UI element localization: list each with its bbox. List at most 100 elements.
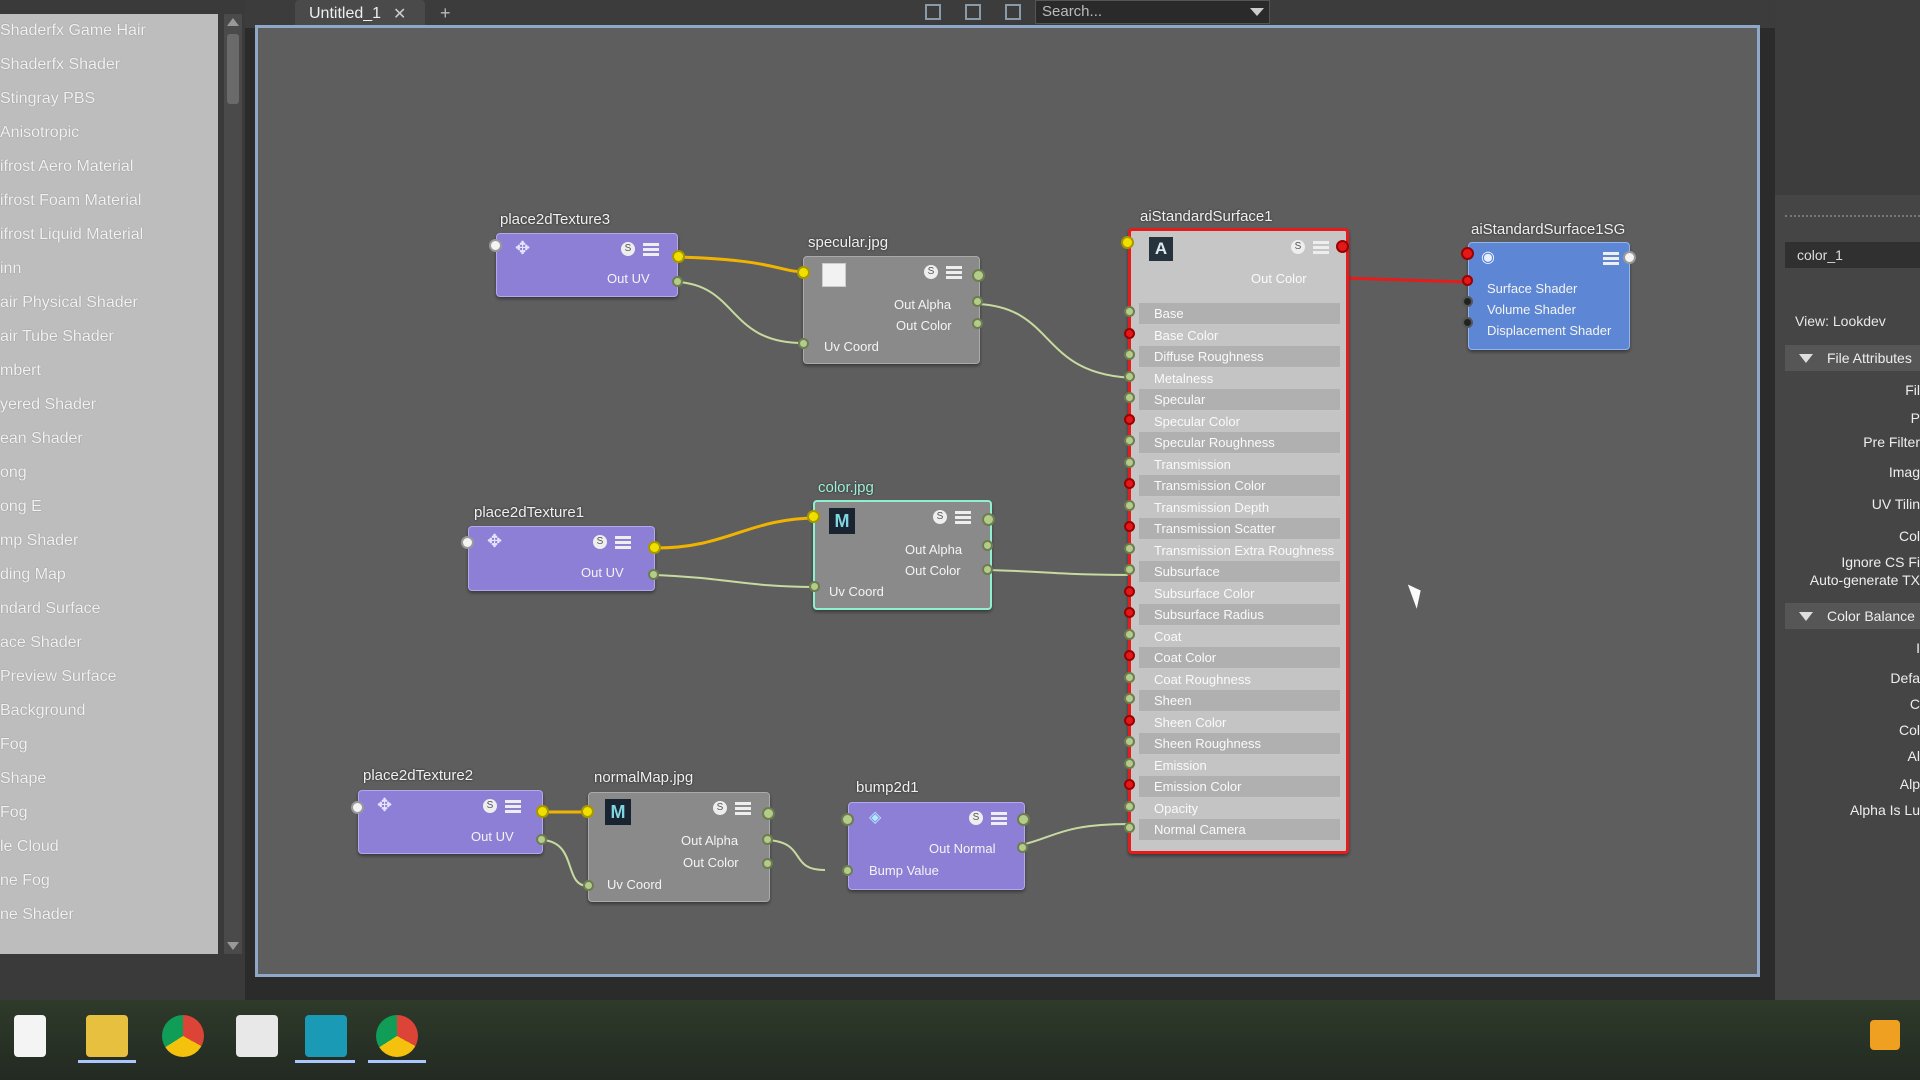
shader-list-item[interactable]: Stingray PBS (0, 82, 218, 116)
layout-icon[interactable] (1005, 4, 1021, 20)
document-app-icon[interactable] (14, 1015, 46, 1057)
shader-list-item[interactable]: Fog (0, 796, 218, 830)
shader-list-item[interactable]: Fog (0, 728, 218, 762)
port-in-uv[interactable] (797, 266, 810, 279)
shader-list-item[interactable]: Shaderfx Game Hair (0, 14, 218, 48)
attribute-row[interactable]: Metalness (1139, 367, 1340, 389)
attribute-port[interactable] (1124, 435, 1135, 446)
shader-list-item[interactable]: ne Shader (0, 898, 218, 932)
list-icon[interactable] (735, 802, 751, 815)
attribute-port[interactable] (1124, 564, 1135, 575)
node-name-field[interactable]: color_1 (1785, 242, 1920, 268)
attribute-row[interactable]: Transmission (1139, 453, 1340, 475)
attribute-port[interactable] (1124, 650, 1135, 661)
attribute-port[interactable] (1124, 714, 1135, 726)
swatch-icon[interactable]: S (1291, 240, 1305, 254)
port-out-main[interactable] (1336, 240, 1349, 253)
attribute-port[interactable] (1124, 456, 1135, 468)
attribute-port[interactable] (1124, 607, 1135, 618)
swatch-icon[interactable]: S (621, 242, 635, 256)
node-aistandardsurface1sg[interactable]: ◉ Surface Shader Volume Shader Displacem… (1468, 242, 1630, 350)
port-in-uvcoord[interactable] (809, 581, 820, 592)
port-out[interactable] (1017, 813, 1030, 826)
port-out-alpha[interactable] (762, 834, 773, 845)
attribute-port[interactable] (1124, 478, 1135, 489)
zbrush-icon[interactable] (236, 1015, 278, 1057)
swatch-icon[interactable]: S (593, 535, 607, 549)
node-normalmap-jpg[interactable]: M S Out Alpha Out Color Uv Coord (588, 792, 770, 902)
attribute-port[interactable] (1124, 306, 1135, 317)
shader-list-item[interactable]: le Cloud (0, 830, 218, 864)
scroll-up-icon[interactable] (227, 18, 239, 26)
section-file-attributes[interactable]: File Attributes (1785, 345, 1920, 371)
attribute-row[interactable]: Base Color (1139, 324, 1340, 346)
attribute-row[interactable]: Coat Color (1139, 647, 1340, 668)
view-mode-label[interactable]: View: Lookdev (1795, 313, 1886, 329)
port-in-uvcoord[interactable] (798, 338, 809, 349)
frame-icon[interactable] (965, 4, 981, 20)
attribute-port[interactable] (1124, 671, 1135, 683)
attribute-row[interactable]: Coat (1139, 625, 1340, 647)
port-out-uv-small[interactable] (648, 569, 659, 580)
attribute-row[interactable]: Normal Camera (1139, 819, 1340, 840)
port-out[interactable] (972, 269, 985, 282)
attribute-row[interactable]: Emission (1139, 754, 1340, 776)
attribute-port[interactable] (1124, 370, 1135, 382)
attribute-row[interactable]: Emission Color (1139, 776, 1340, 797)
chrome-icon[interactable] (162, 1015, 204, 1057)
attribute-row[interactable]: Sheen Color (1139, 711, 1340, 733)
shader-list-item[interactable]: ifrost Liquid Material (0, 218, 218, 252)
port-out-color[interactable] (972, 318, 983, 329)
add-tab-icon[interactable]: + (440, 3, 451, 24)
shader-list-item[interactable]: Shaderfx Shader (0, 48, 218, 82)
attribute-row[interactable]: Base (1139, 303, 1340, 324)
shader-list-item[interactable]: yered Shader (0, 388, 218, 422)
attribute-port[interactable] (1124, 392, 1135, 403)
swatch-icon[interactable]: S (483, 799, 497, 813)
attribute-port[interactable] (1124, 757, 1135, 769)
port-out-uv-small[interactable] (672, 276, 683, 287)
port-out[interactable] (762, 807, 775, 820)
attribute-row[interactable]: Subsurface (1139, 561, 1340, 582)
swatch-icon[interactable]: S (713, 801, 727, 815)
shader-list-item[interactable]: Shape (0, 762, 218, 796)
shader-list-item[interactable]: ace Shader (0, 626, 218, 660)
shader-list-item[interactable]: mbert (0, 354, 218, 388)
port-out-uv[interactable] (648, 541, 661, 554)
port-in-uvcoord[interactable] (583, 880, 594, 891)
shader-list-item[interactable]: ifrost Aero Material (0, 150, 218, 184)
shader-list-item[interactable]: ifrost Foam Material (0, 184, 218, 218)
port-out-uv[interactable] (536, 805, 549, 818)
swatch-icon[interactable]: S (969, 811, 983, 825)
attribute-row[interactable]: Transmission Extra Roughness (1139, 539, 1340, 561)
attribute-port[interactable] (1124, 693, 1135, 704)
port-in[interactable] (351, 801, 364, 814)
search-input[interactable]: Search... (1035, 0, 1270, 24)
port-in[interactable] (461, 536, 474, 549)
shader-list-item[interactable]: air Tube Shader (0, 320, 218, 354)
node-place2dtexture2[interactable]: ✥ S Out UV (358, 790, 543, 854)
port-in-uv[interactable] (581, 805, 594, 818)
attribute-port[interactable] (1124, 628, 1135, 640)
port-out-color[interactable] (982, 564, 993, 575)
attribute-row[interactable]: Specular (1139, 389, 1340, 410)
list-icon[interactable] (946, 266, 962, 279)
attribute-row[interactable]: Diffuse Roughness (1139, 346, 1340, 367)
scroll-down-icon[interactable] (227, 942, 239, 950)
shader-list-item[interactable]: ong E (0, 490, 218, 524)
swatch-icon[interactable]: S (924, 265, 938, 279)
attribute-port[interactable] (1124, 585, 1135, 597)
shader-list-item[interactable]: inn (0, 252, 218, 286)
shader-list[interactable]: Shaderfx Game Hair Shaderfx Shader Stingra… (0, 14, 218, 954)
shader-list-scrollbar[interactable] (224, 14, 242, 954)
attribute-row[interactable]: Specular Color (1139, 410, 1340, 432)
port-out-color[interactable] (762, 858, 773, 869)
list-icon[interactable] (1603, 252, 1619, 265)
node-place2dtexture1[interactable]: ✥ S Out UV (468, 526, 655, 591)
shader-list-item[interactable]: ong (0, 456, 218, 490)
port-out-uv[interactable] (672, 250, 685, 263)
attribute-port[interactable] (1124, 349, 1135, 360)
node-editor-canvas[interactable]: place2dTexture3 ✥ S Out UV specular.jpg … (255, 25, 1760, 977)
node-aistandardsurface1[interactable]: A S Out Color Base Base Color Diffuse Roug… (1128, 228, 1349, 854)
swatch-icon[interactable]: S (933, 510, 947, 524)
